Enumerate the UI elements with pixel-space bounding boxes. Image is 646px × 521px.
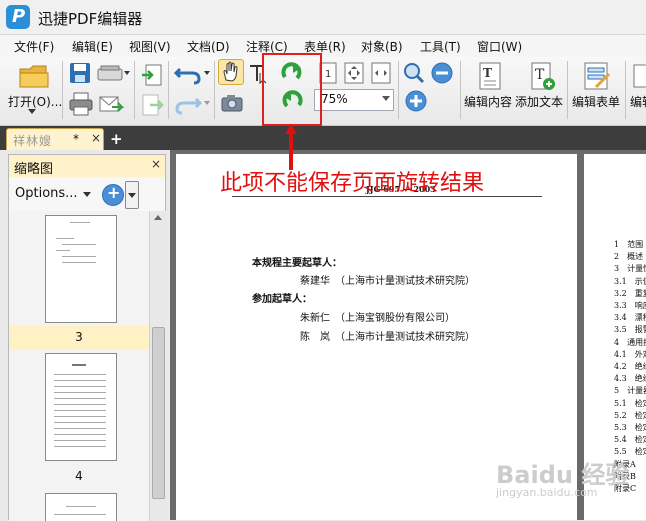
zoom-select[interactable]: 75%: [314, 89, 394, 111]
print-icon[interactable]: [68, 91, 94, 117]
folder-icon[interactable]: [18, 63, 50, 89]
menu-edit[interactable]: 编辑(E): [72, 38, 113, 55]
close-tab-icon[interactable]: ×: [91, 131, 101, 145]
menu-object[interactable]: 对象(B): [361, 38, 403, 55]
toc-line: 3.2 重复: [614, 288, 646, 298]
svg-text:T: T: [535, 67, 545, 83]
save-icon[interactable]: [68, 61, 92, 85]
toc-line: 2 概述: [614, 252, 644, 262]
thumbnail-page-4[interactable]: [45, 353, 117, 461]
drafters-title: 本规程主要起草人：: [252, 258, 342, 269]
zoom-in-marquee-icon[interactable]: [402, 61, 426, 85]
chevron-down-icon: [382, 96, 390, 101]
document-modified-marker: *: [73, 132, 79, 146]
toc-line: 5.2 检定: [614, 410, 646, 420]
open-dropdown-arrow-icon[interactable]: [28, 109, 36, 114]
toc-line: 1 范围: [614, 240, 644, 249]
toc-line: 3.5 报警: [614, 325, 646, 335]
edit-form-button[interactable]: 编辑表单: [572, 93, 620, 110]
svg-text:T: T: [483, 66, 492, 80]
watermark: Baidu 经验: [496, 461, 630, 489]
app-logo-icon: P: [6, 5, 30, 29]
thumbnail-list: 3 4: [9, 211, 149, 521]
scanner-icon[interactable]: [96, 63, 126, 83]
undo-icon[interactable]: [174, 63, 202, 85]
options-dropdown[interactable]: Options...: [15, 186, 78, 201]
thumbnail-panel-header: 缩略图 ×: [9, 155, 165, 178]
edit-partial-icon[interactable]: [632, 63, 646, 89]
fit-page-icon[interactable]: [343, 61, 365, 85]
toolbar: 打开(O)... 1 75% T 编辑内容 T 添加文本 编辑表单 编: [0, 57, 646, 126]
toc-line: 4.2 绝缘: [614, 362, 646, 371]
edit-content-icon[interactable]: T: [476, 61, 504, 91]
scrollbar-thumb[interactable]: [152, 327, 165, 499]
toc-line: 5 计量器: [614, 386, 646, 396]
app-title: 迅捷PDF编辑器: [38, 10, 143, 28]
tab-bar: 祥林嫂 * × +: [0, 126, 646, 150]
add-text-button[interactable]: 添加文本: [515, 93, 563, 110]
menu-window[interactable]: 窗口(W): [477, 38, 522, 55]
toc-line: 3.4 漂移: [614, 313, 646, 323]
menu-file[interactable]: 文件(F): [14, 38, 54, 55]
email-icon[interactable]: [98, 93, 124, 115]
thumbnail-page-number: 3: [75, 330, 83, 344]
edit-partial-button[interactable]: 编辑: [630, 93, 646, 110]
toc-line: 5.1 检定: [614, 398, 646, 408]
annotation-highlight-box: [262, 53, 322, 126]
toc-line: 5.3 检定: [614, 423, 646, 432]
add-text-icon[interactable]: T: [528, 61, 556, 91]
thumbnail-menu-button[interactable]: [125, 181, 139, 209]
menu-tools[interactable]: 工具(T): [420, 38, 461, 55]
toc-line: 5.4 检定: [614, 435, 646, 445]
snapshot-icon[interactable]: [220, 93, 244, 113]
drafter-line: 蔡建华 （上海市计量测试技术研究院）: [300, 276, 475, 287]
zoom-in-icon[interactable]: [404, 89, 428, 113]
hand-tool-icon: [223, 61, 238, 82]
thumbnail-scrollbar[interactable]: [149, 211, 166, 521]
participant-line: 陈 岚 （上海市计量测试技术研究院）: [300, 332, 475, 343]
participant-line: 朱新仁 （上海宝钢股份有限公司）: [300, 313, 455, 324]
watermark-url: jingyan.baidu.com: [496, 486, 598, 499]
title-bar: P 迅捷PDF编辑器: [0, 0, 646, 35]
page-import-icon[interactable]: [140, 63, 164, 87]
document-tab[interactable]: 祥林嫂 * ×: [6, 128, 104, 150]
thumbnail-page-3[interactable]: [45, 215, 117, 323]
scroll-up-arrow-icon[interactable]: [154, 215, 162, 220]
thumbnail-panel: 缩略图 × Options... + 3 4: [8, 154, 166, 521]
new-tab-button[interactable]: +: [110, 130, 123, 148]
thumbnail-page-number: 4: [75, 469, 83, 483]
fit-width-icon[interactable]: [370, 61, 392, 85]
thumbnail-zoom-in-icon[interactable]: +: [102, 183, 124, 206]
zoom-out-icon[interactable]: [430, 61, 454, 85]
toc-line: 4.3 绝缘: [614, 374, 646, 384]
thumbnail-options-row: Options... +: [9, 177, 165, 212]
menu-view[interactable]: 视图(V): [129, 38, 171, 55]
annotation-caption: 此项不能保存页面旋转结果: [220, 171, 485, 196]
edit-form-icon[interactable]: [582, 61, 612, 91]
chevron-down-icon[interactable]: [83, 192, 91, 197]
toc-line: 3.1 示值: [614, 276, 646, 286]
svg-text:1: 1: [325, 69, 331, 80]
page-export-icon[interactable]: [140, 93, 164, 117]
toc-line: 4.1 外观: [614, 349, 646, 359]
thumbnail-panel-title: 缩略图: [14, 162, 54, 177]
thumbnail-page-5[interactable]: [45, 493, 117, 521]
toc-line: 3.3 响应: [614, 301, 646, 310]
menu-bar: 文件(F) 编辑(E) 视图(V) 文档(D) 注释(C) 表单(R) 对象(B…: [0, 35, 646, 57]
close-panel-icon[interactable]: ×: [151, 157, 161, 171]
toc-line: 4 通用技: [614, 337, 646, 347]
zoom-value: 75%: [321, 92, 348, 106]
participants-title: 参加起草人：: [252, 294, 312, 305]
edit-content-button[interactable]: 编辑内容: [464, 93, 512, 110]
redo-icon[interactable]: [174, 93, 202, 115]
document-tab-name: 祥林嫂: [13, 134, 53, 148]
menu-document[interactable]: 文档(D): [187, 38, 230, 55]
toc-line: 3 计量性: [614, 264, 646, 274]
open-button[interactable]: 打开(O)...: [8, 93, 62, 110]
hand-tool-button[interactable]: [218, 59, 244, 85]
